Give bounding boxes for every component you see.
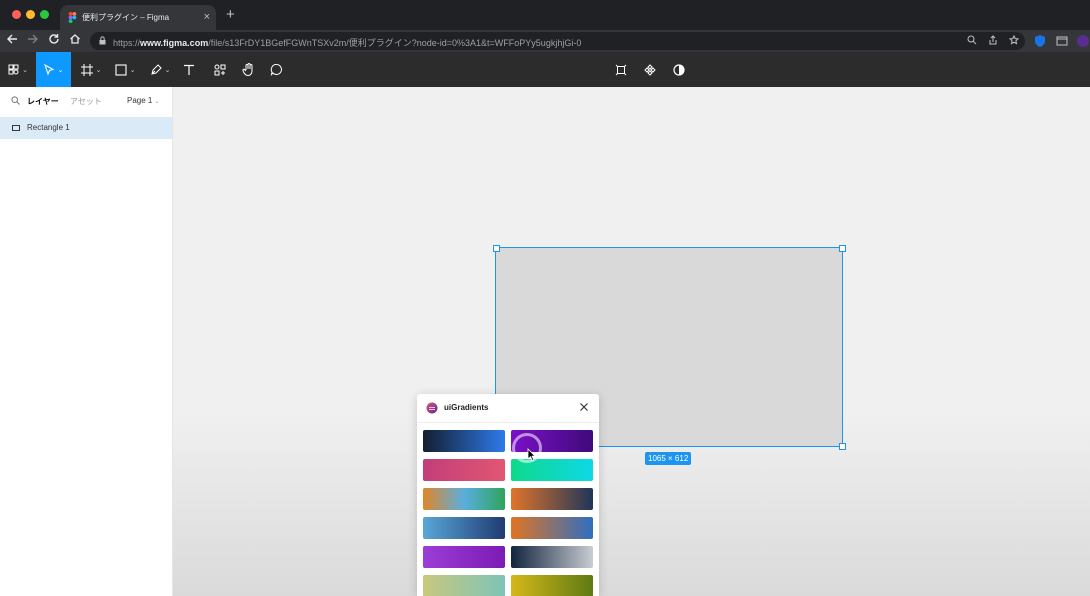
url-text: https://www.figma.com/file/s13FrDY1BGefF… <box>113 36 581 49</box>
main-menu-button[interactable]: ⌄ <box>4 52 32 87</box>
pen-tool-button[interactable]: ⌄ <box>145 52 175 87</box>
chevron-down-icon: ⌄ <box>95 66 102 74</box>
resources-tool-button[interactable] <box>210 52 230 87</box>
new-tab-button[interactable]: + <box>226 6 235 24</box>
chevron-down-icon: ⌄ <box>164 66 171 74</box>
contrast-icon <box>673 63 685 76</box>
url-path: /file/s13FrDY1BGefFGWnTSXv2m/便利プラグイン?nod… <box>208 38 582 48</box>
plugin-header: uiGradients <box>417 394 599 423</box>
gradient-swatch[interactable] <box>511 517 593 539</box>
component-icon <box>644 63 656 76</box>
gradient-swatch[interactable] <box>511 575 593 596</box>
crop-icon <box>615 64 627 75</box>
rectangle-layer-icon <box>12 125 20 131</box>
gradient-swatch[interactable] <box>511 546 593 568</box>
text-tool-button[interactable] <box>180 52 198 87</box>
chevron-down-icon: ⌄ <box>154 99 160 105</box>
gradient-swatch[interactable] <box>423 575 505 596</box>
browser-tabstrip: 便利プラグイン – Figma × + <box>0 0 1090 30</box>
component-tool-button[interactable] <box>640 52 660 87</box>
tab-assets[interactable]: アセット <box>70 96 102 107</box>
figma-toolbar: ⌄ ⌄ ⌄ ⌄ ⌄ <box>0 52 1090 87</box>
close-icon[interactable] <box>579 402 589 412</box>
gradient-swatch[interactable] <box>423 517 505 539</box>
browser-tab-active[interactable]: 便利プラグイン – Figma × <box>60 5 216 30</box>
gradient-swatch[interactable] <box>423 488 505 510</box>
resize-handle-top-right[interactable] <box>839 245 846 252</box>
comment-tool-button[interactable] <box>266 52 286 87</box>
resources-icon <box>214 64 226 75</box>
resize-handle-top-left[interactable] <box>493 245 500 252</box>
tab-close-icon[interactable]: × <box>204 10 210 24</box>
page-selector[interactable]: Page 1 ⌄ <box>127 96 159 105</box>
gradient-swatch[interactable] <box>423 546 505 568</box>
plugin-title: uiGradients <box>444 403 489 412</box>
search-icon[interactable] <box>11 96 20 105</box>
figma-favicon-icon <box>68 12 77 23</box>
minimize-window-button[interactable] <box>26 10 35 19</box>
mouse-cursor-icon <box>527 448 536 461</box>
screen: 便利プラグイン – Figma × + https://www.figma.co… <box>0 0 1090 596</box>
close-window-button[interactable] <box>12 10 21 19</box>
panel-tabs: レイヤー アセット Page 1 ⌄ <box>0 87 172 115</box>
gradient-swatch[interactable] <box>423 430 505 452</box>
hand-icon <box>242 63 252 76</box>
contrast-tool-button[interactable] <box>669 52 689 87</box>
home-icon[interactable] <box>67 33 83 49</box>
hand-tool-button[interactable] <box>238 52 258 87</box>
page-selector-label: Page 1 <box>127 96 153 105</box>
dimension-label: 1065 × 612 <box>645 452 692 465</box>
chevron-down-icon: ⌄ <box>57 66 64 74</box>
resize-handle-bottom-right[interactable] <box>839 443 846 450</box>
text-icon <box>184 64 194 75</box>
tab-search-icon[interactable] <box>1055 34 1069 48</box>
reload-icon[interactable] <box>46 33 62 49</box>
gradient-swatch[interactable] <box>423 459 505 481</box>
figma-menu-icon <box>8 64 19 75</box>
forward-icon[interactable] <box>25 33 41 49</box>
zoom-icon[interactable] <box>966 35 978 47</box>
bookmark-star-icon[interactable] <box>1008 34 1020 47</box>
tab-title: 便利プラグイン – Figma <box>82 13 170 22</box>
shape-tool-button[interactable]: ⌄ <box>110 52 140 87</box>
move-tool-button[interactable]: ⌄ <box>36 52 71 87</box>
frame-icon <box>80 63 93 76</box>
canvas[interactable]: 1065 × 612 <box>173 87 1090 596</box>
layers-panel: レイヤー アセット Page 1 ⌄ Rectangle 1 <box>0 87 173 596</box>
gradient-swatch[interactable] <box>511 488 593 510</box>
rectangle-icon <box>115 63 127 76</box>
move-cursor-icon <box>43 63 54 76</box>
layer-row-rectangle-1[interactable]: Rectangle 1 <box>0 117 172 139</box>
frame-tool-button[interactable]: ⌄ <box>77 52 105 87</box>
comment-icon <box>270 64 282 76</box>
address-bar[interactable]: https://www.figma.com/file/s13FrDY1BGefF… <box>90 32 1025 50</box>
plugin-window: uiGradients <box>417 394 599 596</box>
url-host: www.figma.com <box>140 38 209 48</box>
maximize-window-button[interactable] <box>40 10 49 19</box>
share-icon[interactable] <box>987 35 999 47</box>
ui-gradients-logo-icon <box>426 402 438 414</box>
layer-name: Rectangle 1 <box>27 123 70 132</box>
chevron-down-icon: ⌄ <box>129 66 136 74</box>
crop-tool-button[interactable] <box>611 52 631 87</box>
url-scheme: https:// <box>113 38 141 48</box>
back-icon[interactable] <box>4 33 20 49</box>
profile-avatar-icon[interactable] <box>1076 34 1090 48</box>
chevron-down-icon: ⌄ <box>22 66 28 74</box>
extension-shield-icon[interactable] <box>1033 34 1047 48</box>
browser-toolbar: https://www.figma.com/file/s13FrDY1BGefF… <box>0 30 1090 74</box>
tab-layers[interactable]: レイヤー <box>27 96 59 107</box>
lock-icon <box>99 36 106 45</box>
pen-icon <box>150 63 162 75</box>
